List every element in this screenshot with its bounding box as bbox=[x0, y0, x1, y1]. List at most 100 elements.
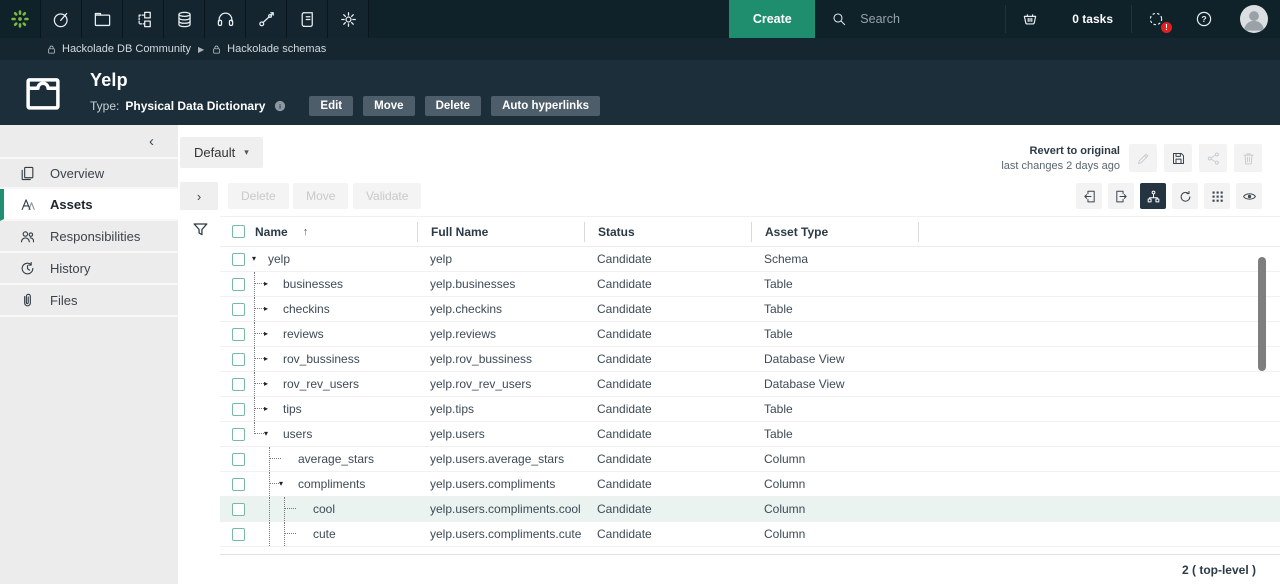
table-row-users[interactable]: ▾usersyelp.usersCandidateTable bbox=[220, 422, 1280, 447]
nav-hierarchy-button[interactable] bbox=[123, 0, 164, 38]
delete-toolbar-button[interactable]: Delete bbox=[228, 183, 289, 209]
asset-name-link[interactable]: businesses bbox=[283, 277, 343, 291]
asset-name-link[interactable]: yelp bbox=[268, 252, 290, 266]
search-input[interactable]: Search bbox=[815, 0, 1005, 38]
collapse-node-icon[interactable]: ▾ bbox=[279, 480, 283, 488]
breadcrumb-item-hackolade-db-community[interactable]: Hackolade DB Community bbox=[46, 43, 191, 55]
asset-name-link[interactable]: rov_bussiness bbox=[283, 352, 360, 366]
expand-node-icon[interactable]: ▸ bbox=[264, 330, 268, 338]
revert-to-original-link[interactable]: Revert to original bbox=[1001, 145, 1120, 157]
row-checkbox[interactable] bbox=[232, 478, 245, 491]
table-row-businesses[interactable]: ▸businessesyelp.businessesCandidateTable bbox=[220, 272, 1280, 297]
nav-dashboard-button[interactable] bbox=[41, 0, 82, 38]
asset-name-link[interactable]: reviews bbox=[283, 327, 324, 341]
vertical-scrollbar[interactable] bbox=[1258, 257, 1266, 371]
row-checkbox[interactable] bbox=[232, 253, 245, 266]
grid-view-button[interactable] bbox=[1204, 183, 1230, 209]
expand-node-icon[interactable]: ▸ bbox=[264, 280, 268, 288]
nav-folder-button[interactable] bbox=[82, 0, 123, 38]
nav-settings-button[interactable] bbox=[328, 0, 369, 38]
table-row-cool[interactable]: coolyelp.users.compliments.coolCandidate… bbox=[220, 497, 1280, 522]
row-checkbox[interactable] bbox=[232, 328, 245, 341]
row-checkbox[interactable] bbox=[232, 353, 245, 366]
import-view-button[interactable] bbox=[1076, 183, 1102, 209]
collapse-node-icon[interactable]: ▾ bbox=[264, 430, 268, 438]
column-header-name[interactable]: Name↑ bbox=[220, 222, 417, 242]
auto-hyperlinks-button[interactable]: Auto hyperlinks bbox=[491, 96, 600, 116]
expand-node-icon[interactable]: ▸ bbox=[264, 305, 268, 313]
save-button[interactable] bbox=[1164, 144, 1192, 172]
row-checkbox[interactable] bbox=[232, 303, 245, 316]
table-row-compliments[interactable]: ▾complimentsyelp.users.complimentsCandid… bbox=[220, 472, 1280, 497]
row-checkbox[interactable] bbox=[232, 378, 245, 391]
delete-button[interactable]: Delete bbox=[425, 96, 482, 116]
filter-button[interactable] bbox=[180, 220, 220, 239]
eye-view-button[interactable] bbox=[1236, 183, 1262, 209]
share-button[interactable] bbox=[1199, 144, 1227, 172]
expand-panel-button[interactable]: › bbox=[180, 182, 218, 210]
column-header-status[interactable]: Status bbox=[584, 222, 751, 242]
table-row-cute[interactable]: cuteyelp.users.compliments.cuteCandidate… bbox=[220, 522, 1280, 547]
sidebar-item-files[interactable]: Files bbox=[0, 285, 178, 317]
sidebar-item-history[interactable]: History bbox=[0, 253, 178, 285]
asset-name-link[interactable]: tips bbox=[283, 402, 302, 416]
tree-view-button[interactable] bbox=[1140, 183, 1166, 209]
app-logo[interactable] bbox=[0, 0, 41, 38]
expand-node-icon[interactable]: ▸ bbox=[264, 380, 268, 388]
basket-button[interactable] bbox=[1006, 0, 1054, 38]
pencil-button[interactable] bbox=[1129, 144, 1157, 172]
settings-icon bbox=[339, 10, 358, 29]
select-all-checkbox[interactable] bbox=[232, 225, 245, 238]
row-checkbox[interactable] bbox=[232, 278, 245, 291]
row-checkbox[interactable] bbox=[232, 503, 245, 516]
breadcrumb-item-hackolade-schemas[interactable]: Hackolade schemas bbox=[211, 43, 326, 55]
row-checkbox[interactable] bbox=[232, 428, 245, 441]
table-row-tips[interactable]: ▸tipsyelp.tipsCandidateTable bbox=[220, 397, 1280, 422]
table-row-average-stars[interactable]: average_starsyelp.users.average_starsCan… bbox=[220, 447, 1280, 472]
row-checkbox[interactable] bbox=[232, 528, 245, 541]
activity-button[interactable]: ! bbox=[1132, 0, 1180, 38]
row-checkbox[interactable] bbox=[232, 453, 245, 466]
sidebar-item-responsibilities[interactable]: Responsibilities bbox=[0, 221, 178, 253]
edit-button[interactable]: Edit bbox=[309, 96, 353, 116]
validate-toolbar-button[interactable]: Validate bbox=[353, 183, 421, 209]
table-row-rov-bussiness[interactable]: ▸rov_bussinessyelp.rov_bussinessCandidat… bbox=[220, 347, 1280, 372]
nav-script-button[interactable] bbox=[287, 0, 328, 38]
asset-name-link[interactable]: compliments bbox=[298, 477, 365, 491]
user-avatar[interactable] bbox=[1240, 5, 1268, 33]
row-checkbox[interactable] bbox=[232, 403, 245, 416]
table-row-reviews[interactable]: ▸reviewsyelp.reviewsCandidateTable bbox=[220, 322, 1280, 347]
move-toolbar-button[interactable]: Move bbox=[293, 183, 348, 209]
asset-name-link[interactable]: users bbox=[283, 427, 312, 441]
column-header-asset-type[interactable]: Asset Type bbox=[751, 222, 918, 242]
expand-node-icon[interactable]: ▸ bbox=[264, 355, 268, 363]
nav-connector-button[interactable] bbox=[246, 0, 287, 38]
asset-name-link[interactable]: cute bbox=[313, 527, 336, 541]
asset-name-link[interactable]: rov_rev_users bbox=[283, 377, 359, 391]
info-icon[interactable]: i bbox=[273, 99, 287, 113]
table-row-yelp[interactable]: ▾yelpyelpCandidateSchema bbox=[220, 247, 1280, 272]
full-name-cell: yelp.users.average_stars bbox=[417, 452, 584, 466]
expand-node-icon[interactable]: ▸ bbox=[264, 405, 268, 413]
export-view-button[interactable] bbox=[1108, 183, 1134, 209]
asset-name-link[interactable]: checkins bbox=[283, 302, 330, 316]
collapse-node-icon[interactable]: ▾ bbox=[252, 255, 256, 263]
view-selector[interactable]: Default ▾ bbox=[180, 137, 263, 168]
save-icon bbox=[1171, 151, 1186, 166]
trash-button[interactable] bbox=[1234, 144, 1262, 172]
create-button[interactable]: Create bbox=[729, 0, 815, 38]
sidebar-item-assets[interactable]: Assets bbox=[0, 189, 178, 221]
table-row-checkins[interactable]: ▸checkinsyelp.checkinsCandidateTable bbox=[220, 297, 1280, 322]
asset-name-link[interactable]: average_stars bbox=[298, 452, 374, 466]
sync-view-button[interactable] bbox=[1172, 183, 1198, 209]
help-button[interactable]: ? bbox=[1180, 0, 1228, 38]
asset-name-link[interactable]: cool bbox=[313, 502, 335, 516]
sidebar-item-overview[interactable]: Overview bbox=[0, 157, 178, 189]
tasks-counter[interactable]: 0 tasks bbox=[1054, 0, 1131, 38]
column-header-full-name[interactable]: Full Name bbox=[417, 222, 584, 242]
nav-headset-button[interactable] bbox=[205, 0, 246, 38]
sidebar-collapse-button[interactable]: ‹ bbox=[0, 125, 178, 157]
table-row-rov-rev-users[interactable]: ▸rov_rev_usersyelp.rov_rev_usersCandidat… bbox=[220, 372, 1280, 397]
move-button[interactable]: Move bbox=[363, 96, 414, 116]
nav-database-button[interactable] bbox=[164, 0, 205, 38]
